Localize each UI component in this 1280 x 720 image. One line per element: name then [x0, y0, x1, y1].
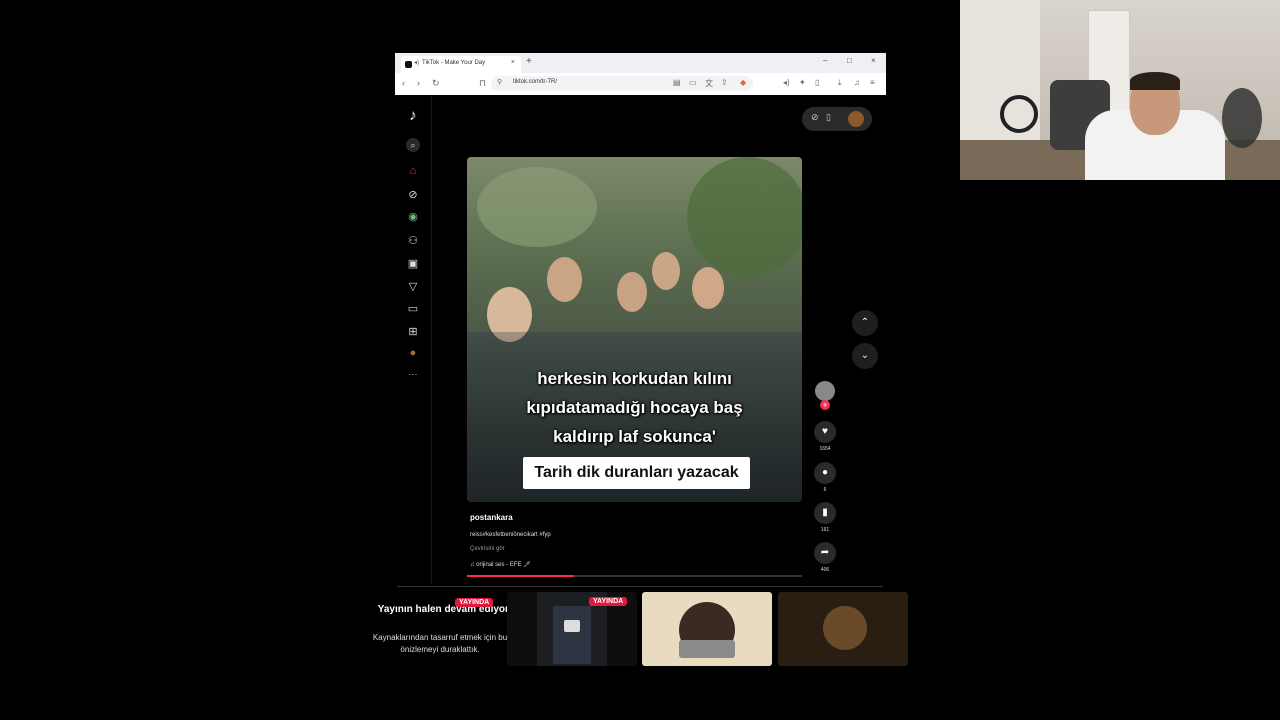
next-video-button[interactable]: ⌄ [852, 343, 878, 369]
maximize-button[interactable]: □ [847, 56, 852, 65]
top-controls: ⊘ ▯ [802, 107, 872, 131]
live-thumbnail-3[interactable] [778, 592, 908, 666]
microphone [1222, 88, 1262, 148]
comment-count: 6 [823, 487, 827, 493]
share-icon[interactable]: ➦ [814, 542, 836, 564]
share-icon[interactable]: ⇪ [721, 78, 728, 87]
upload-icon[interactable]: ⊞ [405, 325, 421, 338]
site-info-icon[interactable]: ⚲ [497, 78, 502, 86]
like-count: 1654 [819, 446, 831, 452]
person-hair [1130, 72, 1180, 90]
minimize-button[interactable]: – [823, 56, 827, 65]
sidebar-toggle-icon[interactable]: ▯ [815, 78, 819, 87]
translate-icon[interactable]: 文 [705, 78, 713, 89]
forward-icon[interactable]: › [417, 78, 420, 88]
person-head [692, 267, 724, 309]
notice-title: Yayının halen devam ediyor! [377, 604, 513, 615]
extensions-icon[interactable]: ✦ [799, 78, 806, 87]
reader-icon[interactable]: ▤ [673, 78, 681, 87]
browser-window: ◂) TikTok - Make Your Day × + – □ × ‹ › … [395, 53, 886, 95]
streamer-avatar [823, 606, 867, 650]
more-icon[interactable]: ··· [405, 369, 421, 379]
back-icon[interactable]: ‹ [402, 78, 405, 88]
device-icon[interactable]: ▯ [826, 112, 831, 123]
notice-body: Kaynaklarından tasarruf etmek için bu ön… [372, 633, 508, 654]
stream-phone [553, 606, 591, 664]
address-bar[interactable]: ⚲ tiktok.com/tr-TR/ [491, 76, 753, 91]
coliseum-frame [679, 640, 735, 658]
avatar-icon[interactable]: ● [405, 347, 421, 359]
caption-line-2: kıpıdatamadığı hocaya baş [526, 398, 743, 417]
live-badge: YAYINDA [455, 598, 494, 607]
following-icon[interactable]: ⚇ [405, 234, 421, 247]
person-head [652, 252, 680, 290]
translate-link[interactable]: Çevirisini gör [470, 546, 505, 552]
share-count: 406 [820, 567, 830, 573]
previous-video-button[interactable]: ⌃ [852, 310, 878, 336]
heart-icon[interactable]: ♥ [814, 421, 836, 443]
follow-button[interactable]: + [820, 400, 830, 410]
close-window-button[interactable]: × [871, 56, 876, 65]
divider [397, 586, 883, 587]
tiktok-favicon-icon [405, 61, 412, 68]
live-icon[interactable]: ▣ [405, 257, 421, 270]
media-icon[interactable]: ♫ [854, 78, 860, 87]
video-player[interactable]: herkesin korkudan kılını kıpıdatamadığı … [467, 157, 802, 502]
screenshot-icon[interactable]: ▭ [689, 78, 697, 87]
music-label[interactable]: ♫ orijinal ses - EFE 🗡 [470, 561, 531, 568]
menu-icon[interactable]: ≡ [870, 78, 875, 87]
save-count: 161 [820, 527, 830, 533]
speaker-icon: ◂) [414, 60, 420, 66]
send-icon[interactable]: ▽ [405, 280, 421, 293]
progress-fill [467, 575, 575, 577]
messages-icon[interactable]: ▭ [405, 302, 421, 315]
profile-globe-icon[interactable]: ◉ [405, 210, 421, 223]
steering-wheel [1000, 95, 1038, 133]
person-head [547, 257, 582, 302]
caption-line-1: herkesin korkudan kılını [537, 369, 732, 388]
reload-icon[interactable]: ↻ [432, 78, 440, 89]
live-thumbnail-2[interactable] [642, 592, 772, 666]
brave-shield-icon[interactable]: ◆ [740, 78, 746, 87]
search-icon[interactable]: ⌕ [406, 138, 420, 152]
webcam-overlay [960, 0, 1280, 180]
creator-avatar[interactable] [815, 381, 835, 401]
url-text: tiktok.com/tr-TR/ [513, 79, 558, 85]
tab-close-icon[interactable]: × [511, 59, 515, 66]
tab-bar: ◂) TikTok - Make Your Day × + – □ × [395, 53, 886, 73]
home-icon[interactable]: ⌂ [405, 165, 421, 177]
browser-tab[interactable]: ◂) TikTok - Make Your Day × [401, 56, 521, 73]
live-badge: YAYINDA [589, 597, 628, 606]
navigation-bar: ‹ › ↻ ⊓ ⚲ tiktok.com/tr-TR/ ▤ ▭ 文 ⇪ ◆ ◂)… [395, 73, 886, 95]
progress-bar[interactable] [467, 575, 802, 577]
tab-title: TikTok - Make Your Day [422, 60, 486, 66]
person-head [617, 272, 647, 312]
download-icon[interactable]: ⤓ [838, 78, 842, 88]
pip-icon[interactable]: ⊘ [811, 112, 819, 123]
save-action[interactable]: ▮ 161 [814, 502, 836, 533]
comment-icon[interactable]: ● [814, 462, 836, 484]
bookmark-icon[interactable]: ⊓ [479, 78, 486, 89]
new-tab-button[interactable]: + [526, 56, 532, 67]
comment-action[interactable]: ● 6 [814, 462, 836, 493]
caption-line-3: kaldırıp laf sokunca' [553, 427, 716, 446]
video-author[interactable]: postankara [470, 513, 513, 522]
tree [687, 157, 802, 277]
tiktok-page: ♪ ⌕ ⌂ ⊘ ◉ ⚇ ▣ ▽ ▭ ⊞ ● ··· ⊘ ▯ herkesin k… [395, 95, 886, 585]
screen-icon [564, 620, 580, 632]
live-thumbnail-1[interactable]: YAYINDA [507, 592, 637, 666]
bookmark-icon[interactable]: ▮ [814, 502, 836, 524]
account-avatar[interactable] [848, 111, 864, 127]
caption-box: Tarih dik duranları yazacak [523, 457, 750, 489]
foliage [477, 167, 597, 247]
video-description[interactable]: reiss#kesfetbeniönecikart #fyp [470, 532, 551, 538]
tiktok-logo-icon[interactable]: ♪ [405, 107, 421, 124]
explore-icon[interactable]: ⊘ [405, 188, 421, 201]
like-action[interactable]: ♥ 1654 [814, 421, 836, 452]
sidebar: ♪ ⌕ ⌂ ⊘ ◉ ⚇ ▣ ▽ ▭ ⊞ ● ··· [395, 95, 432, 585]
audio-icon[interactable]: ◂) [783, 78, 790, 87]
share-action[interactable]: ➦ 406 [814, 542, 836, 573]
